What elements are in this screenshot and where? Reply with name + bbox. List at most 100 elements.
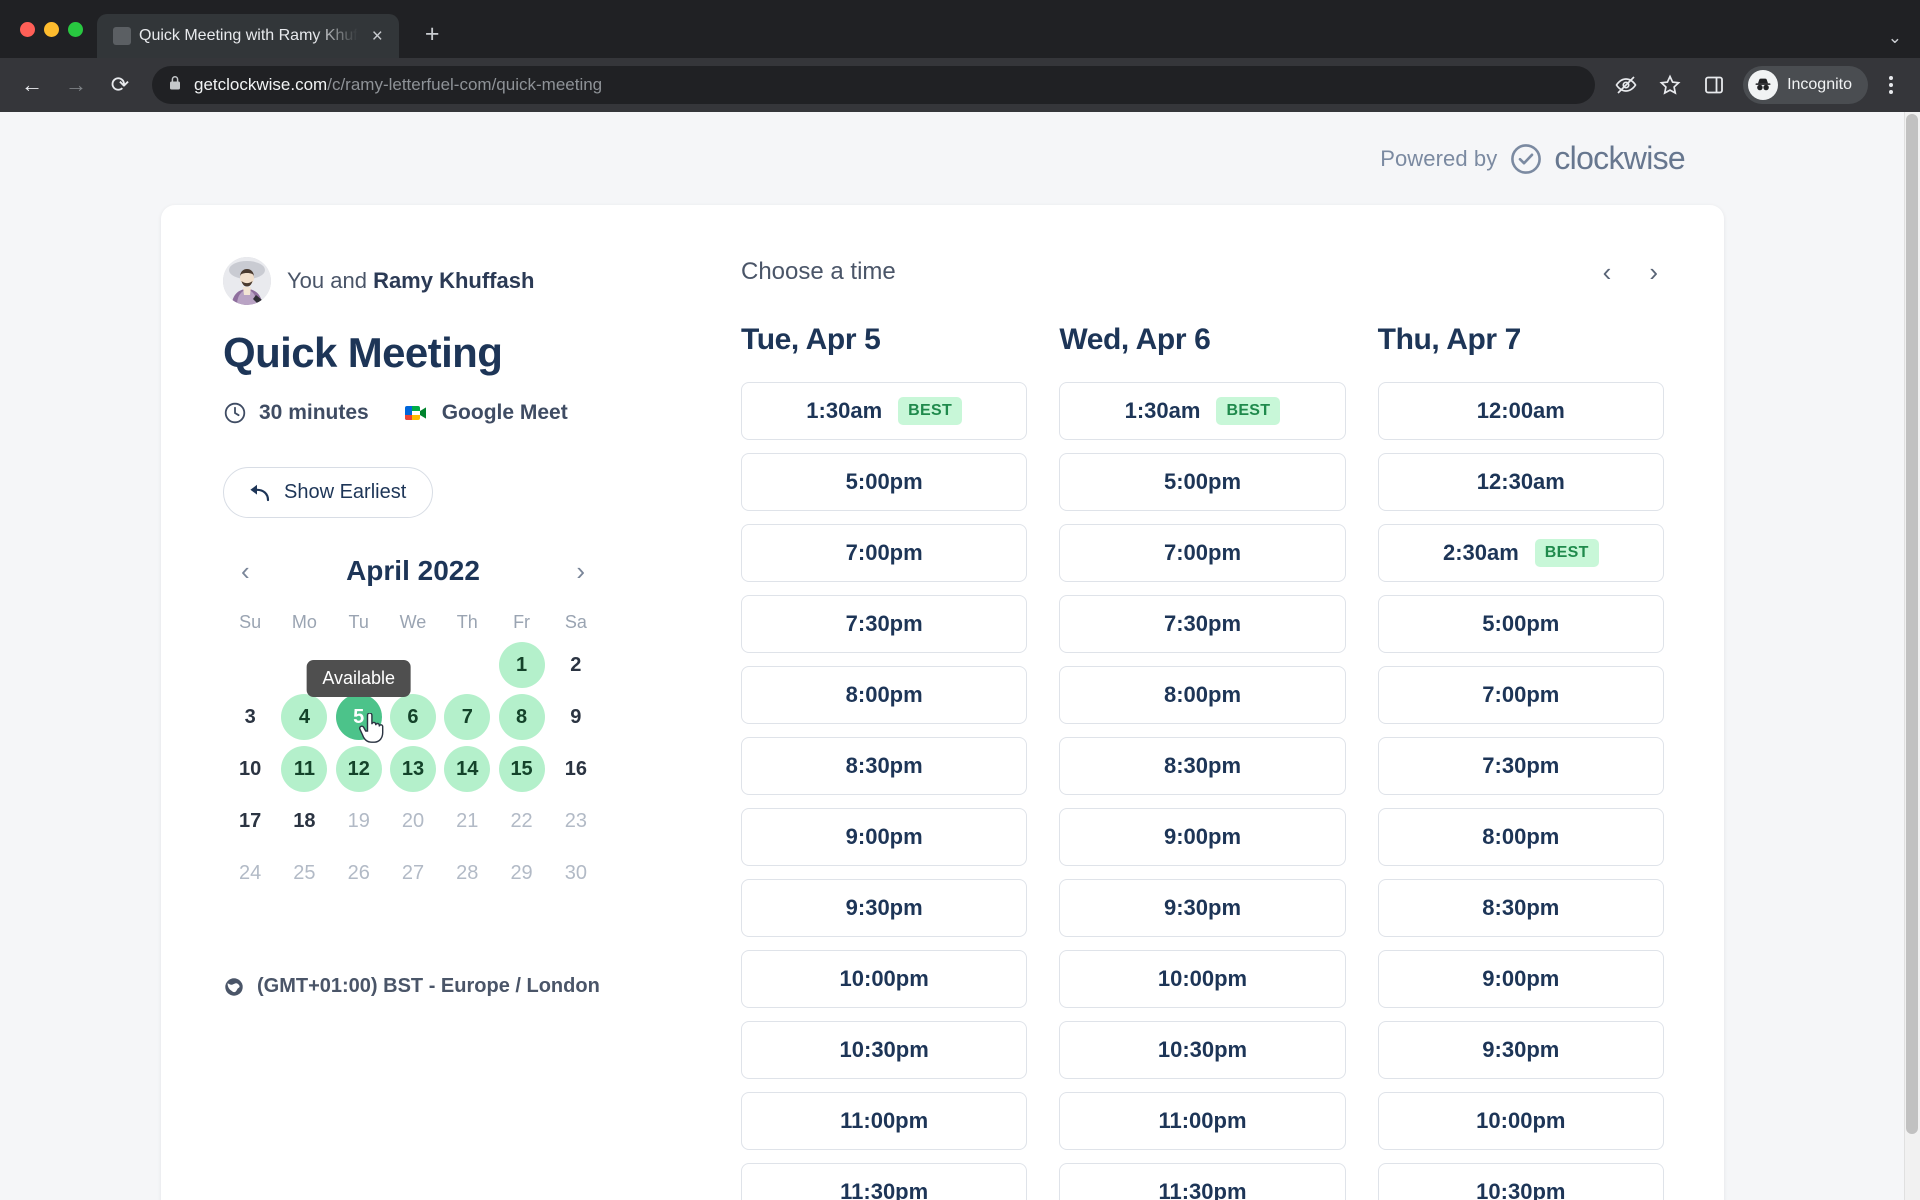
calendar-day-26[interactable]: 26 xyxy=(336,850,382,896)
address-bar[interactable]: getclockwise.com/c/ramy-letterfuel-com/q… xyxy=(152,66,1596,104)
time-slot-button[interactable]: 10:00pm xyxy=(741,950,1028,1008)
time-slot-button[interactable]: 12:00am xyxy=(1377,382,1664,440)
back-icon[interactable]: ← xyxy=(12,65,52,105)
time-slot-button[interactable]: 9:00pm xyxy=(1377,950,1664,1008)
minimize-window-button[interactable] xyxy=(44,21,59,37)
time-slot-button[interactable]: 10:30pm xyxy=(1059,1021,1346,1079)
maximize-window-button[interactable] xyxy=(68,21,83,37)
time-slot-button[interactable]: 7:30pm xyxy=(741,595,1028,653)
time-slot-button[interactable]: 5:00pm xyxy=(741,453,1028,511)
time-slot-button[interactable]: 7:00pm xyxy=(1059,524,1346,582)
next-month-chevron-right-icon[interactable]: › xyxy=(564,552,597,590)
reload-icon[interactable]: ⟳ xyxy=(100,65,140,105)
time-slot-button[interactable]: 9:00pm xyxy=(1059,808,1346,866)
incognito-profile-button[interactable]: Incognito xyxy=(1743,66,1868,104)
time-slot-button[interactable]: 2:30am BEST xyxy=(1377,524,1664,582)
prev-month-chevron-left-icon[interactable]: ‹ xyxy=(229,552,262,590)
chrome-menu-icon[interactable] xyxy=(1874,76,1908,94)
bookmark-star-icon[interactable] xyxy=(1651,66,1689,104)
time-slot-button[interactable]: 9:30pm xyxy=(741,879,1028,937)
calendar-day-12[interactable]: 12 xyxy=(335,746,382,792)
time-slot-button[interactable]: 9:00pm xyxy=(741,808,1028,866)
no-tracking-eye-icon[interactable] xyxy=(1607,66,1645,104)
calendar-day-cell: 13 xyxy=(386,743,440,795)
show-earliest-button[interactable]: Show Earliest xyxy=(223,467,434,518)
time-slot-button[interactable]: 9:30pm xyxy=(1377,1021,1664,1079)
calendar-day-17[interactable]: 17 xyxy=(227,798,273,844)
calendar-day-11[interactable]: 11 xyxy=(281,746,328,792)
tab-search-chevron-down-icon[interactable]: ⌄ xyxy=(1888,28,1902,48)
timezone-selector[interactable]: (GMT+01:00) BST - Europe / London xyxy=(223,975,741,998)
time-slot-label: 7:30pm xyxy=(1482,753,1560,778)
calendar-day-3[interactable]: 3 xyxy=(227,694,273,740)
calendar-day-4[interactable]: 4 xyxy=(281,694,328,740)
close-window-button[interactable] xyxy=(20,21,35,37)
calendar-day-20[interactable]: 20 xyxy=(390,798,436,844)
side-panel-icon[interactable] xyxy=(1695,66,1733,104)
calendar-day-23[interactable]: 23 xyxy=(553,798,599,844)
close-tab-icon[interactable]: × xyxy=(366,24,389,49)
time-slot-button[interactable]: 8:00pm xyxy=(741,666,1028,724)
calendar-day-22[interactable]: 22 xyxy=(499,798,545,844)
best-badge: BEST xyxy=(1216,397,1281,425)
calendar-day-2[interactable]: 2 xyxy=(553,642,599,688)
calendar-day-cell: Available 5 xyxy=(306,660,412,743)
time-slot-button[interactable]: 8:30pm xyxy=(1059,737,1346,795)
calendar-day-6[interactable]: 6 xyxy=(389,694,436,740)
forward-icon[interactable]: → xyxy=(56,65,96,105)
scheduling-card: You and Ramy Khuffash Quick Meeting 30 m… xyxy=(161,205,1724,1200)
calendar-day-10[interactable]: 10 xyxy=(227,746,273,792)
previous-days-chevron-left-icon[interactable]: ‹ xyxy=(1597,255,1618,289)
time-slot-button[interactable]: 8:00pm xyxy=(1059,666,1346,724)
calendar-day-13[interactable]: 13 xyxy=(389,746,436,792)
time-slot-button[interactable]: 7:30pm xyxy=(1059,595,1346,653)
time-slot-button[interactable]: 11:00pm xyxy=(1059,1092,1346,1150)
time-slot-button[interactable]: 10:00pm xyxy=(1059,950,1346,1008)
new-tab-button[interactable]: + xyxy=(417,20,448,49)
calendar-day-28[interactable]: 28 xyxy=(444,850,490,896)
time-slot-button[interactable]: 10:00pm xyxy=(1377,1092,1664,1150)
time-slot-button[interactable]: 8:30pm xyxy=(1377,879,1664,937)
time-slot-label: 12:00am xyxy=(1476,398,1565,423)
calendar-day-25[interactable]: 25 xyxy=(281,850,327,896)
time-slot-button[interactable]: 7:30pm xyxy=(1377,737,1664,795)
calendar-day-27[interactable]: 27 xyxy=(390,850,436,896)
time-slot-button[interactable]: 7:00pm xyxy=(741,524,1028,582)
page-scrollbar[interactable] xyxy=(1904,112,1920,1200)
choose-a-time-label: Choose a time xyxy=(741,258,896,285)
calendar-day-24[interactable]: 24 xyxy=(227,850,273,896)
time-slot-button[interactable]: 10:30pm xyxy=(1377,1163,1664,1200)
time-slot-button[interactable]: 1:30am BEST xyxy=(1059,382,1346,440)
calendar-day-7[interactable]: 7 xyxy=(444,694,491,740)
calendar-day-19[interactable]: 19 xyxy=(336,798,382,844)
browser-tab[interactable]: Quick Meeting with Ramy Khuf × xyxy=(97,14,399,58)
time-slot-button[interactable]: 8:00pm xyxy=(1377,808,1664,866)
next-days-chevron-right-icon[interactable]: › xyxy=(1643,255,1664,289)
time-slot-button[interactable]: 7:00pm xyxy=(1377,666,1664,724)
time-slot-button[interactable]: 5:00pm xyxy=(1377,595,1664,653)
calendar-day-8[interactable]: 8 xyxy=(498,694,545,740)
scrollbar-thumb[interactable] xyxy=(1906,114,1918,1134)
calendar-day-30[interactable]: 30 xyxy=(553,850,599,896)
calendar-day-cell: 18 xyxy=(277,795,331,847)
time-slot-button[interactable]: 5:00pm xyxy=(1059,453,1346,511)
time-slot-button[interactable]: 9:30pm xyxy=(1059,879,1346,937)
calendar-day-14[interactable]: 14 xyxy=(444,746,491,792)
time-slot-button[interactable]: 11:30pm xyxy=(1059,1163,1346,1200)
time-slot-button[interactable]: 11:30pm xyxy=(741,1163,1028,1200)
calendar-day-9[interactable]: 9 xyxy=(553,694,599,740)
time-slot-button[interactable]: 11:00pm xyxy=(741,1092,1028,1150)
calendar-day-16[interactable]: 16 xyxy=(553,746,599,792)
calendar-day-1[interactable]: 1 xyxy=(498,642,545,688)
calendar-day-15[interactable]: 15 xyxy=(498,746,545,792)
time-slot-button[interactable]: 8:30pm xyxy=(741,737,1028,795)
calendar-week-row: 17 18 19 20 21 22 23 xyxy=(223,795,603,847)
time-slot-button[interactable]: 10:30pm xyxy=(741,1021,1028,1079)
show-earliest-label: Show Earliest xyxy=(284,481,407,503)
calendar-day-29[interactable]: 29 xyxy=(499,850,545,896)
time-slot-button[interactable]: 12:30am xyxy=(1377,453,1664,511)
calendar-day-21[interactable]: 21 xyxy=(444,798,490,844)
time-slot-button[interactable]: 1:30am BEST xyxy=(741,382,1028,440)
calendar-month-label: April 2022 xyxy=(346,555,480,586)
calendar-day-18[interactable]: 18 xyxy=(281,798,327,844)
